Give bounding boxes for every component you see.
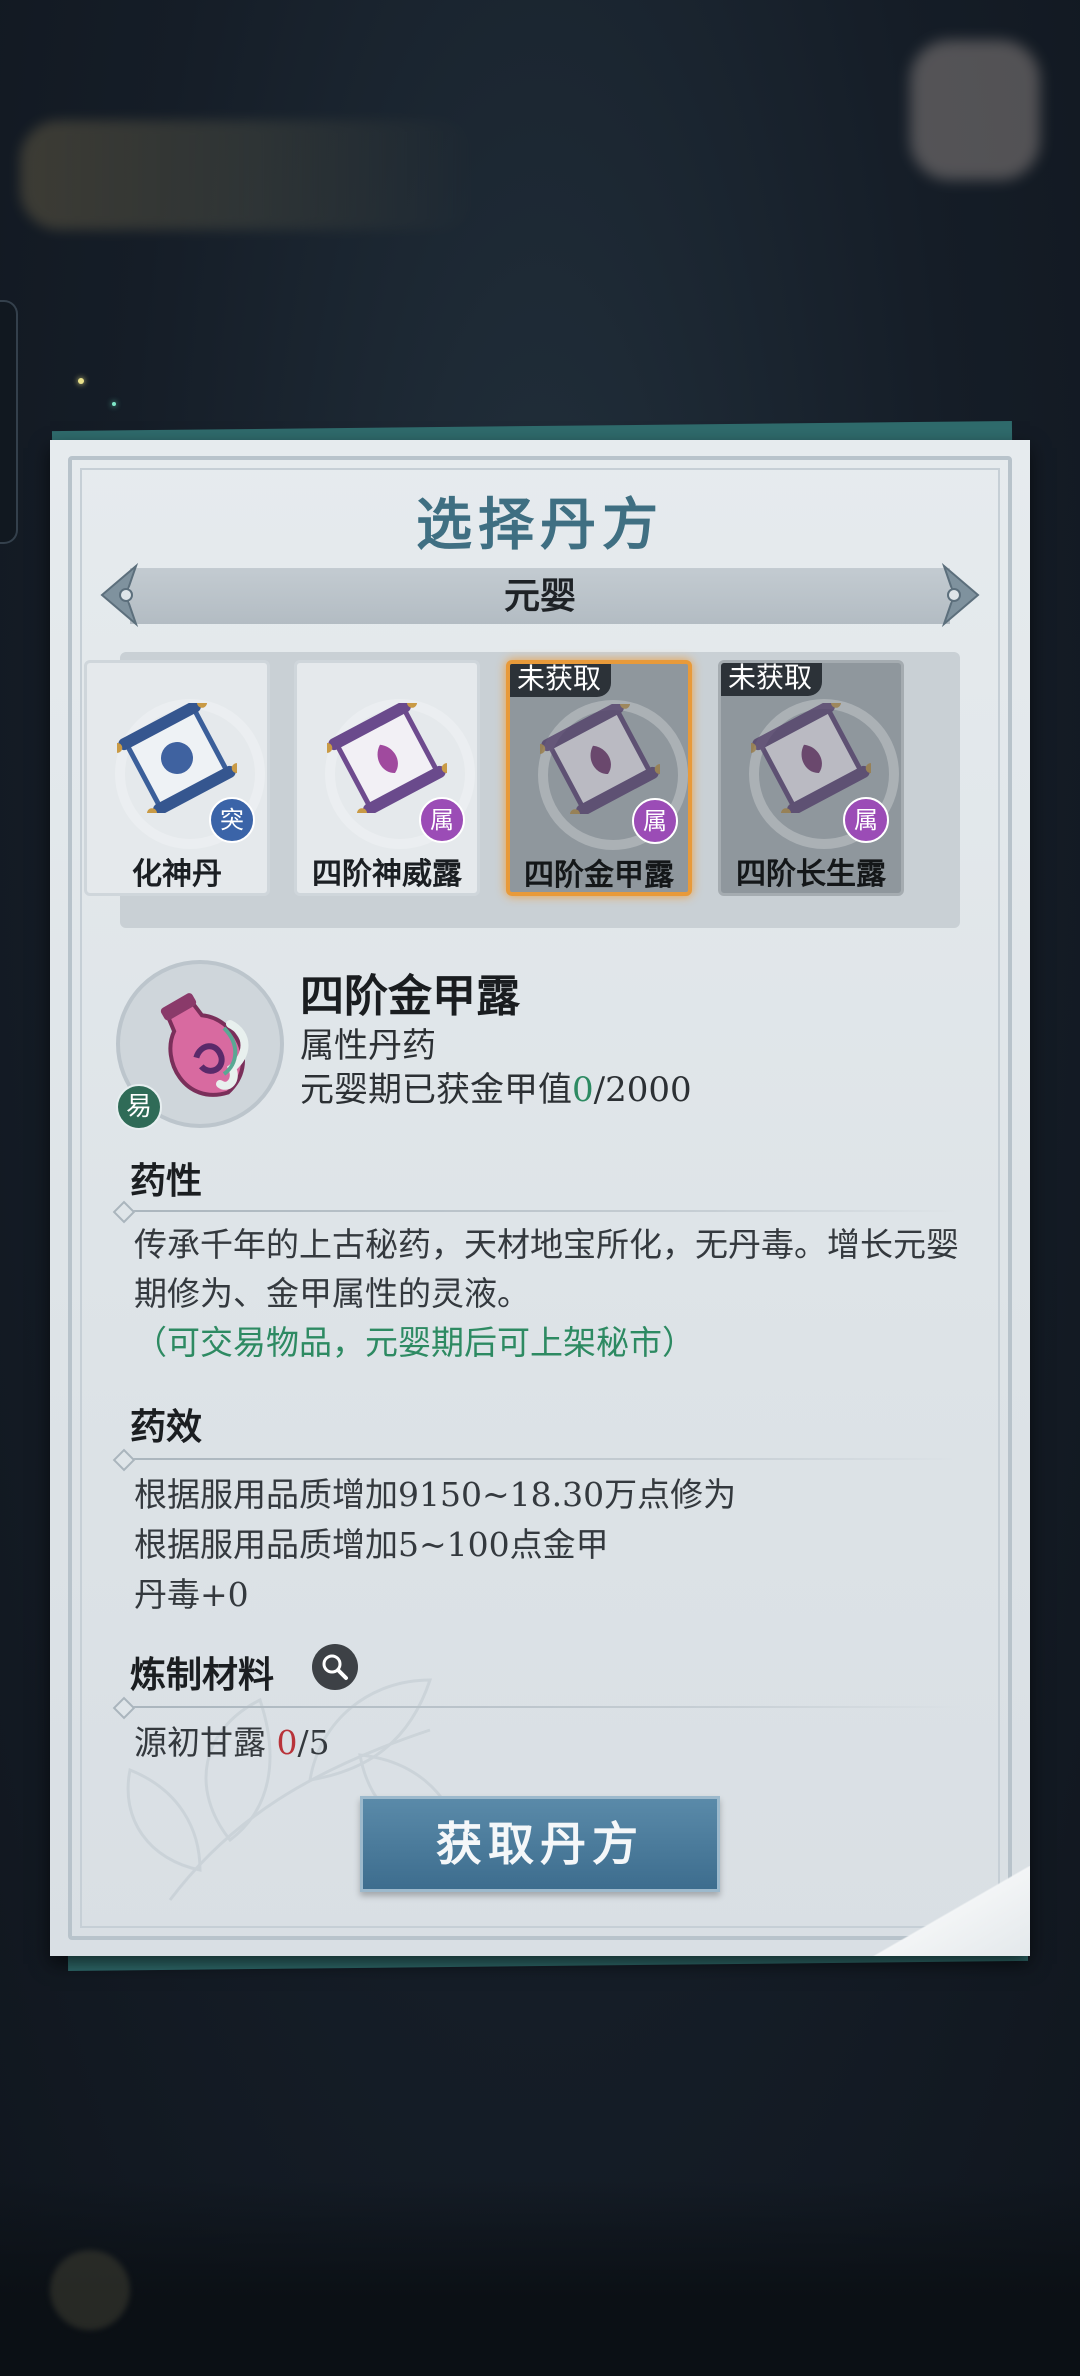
search-icon bbox=[322, 1654, 348, 1680]
sparkle bbox=[78, 378, 84, 384]
recipe-card-huashendan[interactable]: 突 化神丹 bbox=[84, 660, 270, 896]
materials-heading: 炼制材料 bbox=[130, 1654, 275, 1696]
locked-tag: 未获取 bbox=[721, 663, 823, 696]
category-badge: 属 bbox=[632, 798, 678, 844]
purple-scroll-icon bbox=[327, 703, 447, 813]
purple-scroll-icon bbox=[540, 704, 660, 814]
properties-text: 传承千年的上古秘药，天材地宝所化，无丹毒。增长元婴期修为、金甲属性的灵液。 bbox=[134, 1225, 959, 1313]
blue-scroll-icon bbox=[117, 703, 237, 813]
material-search-button[interactable] bbox=[312, 1644, 358, 1690]
properties-note: （可交易物品，元婴期后可上架秘市） bbox=[134, 1323, 695, 1362]
corner-curl bbox=[870, 1866, 1030, 1956]
locked-tag: 未获取 bbox=[510, 664, 612, 697]
item-type: 属性丹药 bbox=[300, 1026, 436, 1066]
effect-line: 根据服用品质增加5~100点金甲 bbox=[134, 1525, 609, 1564]
recipe-name: 四阶神威露 bbox=[312, 857, 462, 892]
effect-line: 丹毒+0 bbox=[134, 1575, 249, 1614]
next-stage-button[interactable] bbox=[934, 562, 984, 628]
category-badge: 属 bbox=[419, 797, 465, 843]
prev-stage-button[interactable] bbox=[96, 562, 146, 628]
obtain-recipe-button[interactable]: 获取丹方 bbox=[360, 1796, 720, 1892]
effect-line: 根据服用品质增加9150~18.30万点修为 bbox=[134, 1475, 737, 1514]
recipe-strip: 突 化神丹 属 四阶神威露 属 四阶金甲露 未获取 属 四阶长生露 未获取 bbox=[84, 652, 960, 928]
item-name: 四阶金甲露 bbox=[300, 971, 520, 1022]
progress-current: 0 bbox=[572, 1070, 594, 1110]
properties-heading: 药性 bbox=[130, 1160, 203, 1202]
bottom-shade bbox=[0, 2180, 1080, 2376]
item-progress: 元婴期已获金甲值0/2000 bbox=[300, 1062, 692, 1111]
stage-bar: 元婴 bbox=[130, 568, 950, 624]
chevron-left-icon bbox=[100, 562, 139, 628]
sparkle bbox=[112, 402, 116, 406]
background-blur-title bbox=[20, 120, 480, 230]
background-blur-avatar bbox=[910, 40, 1040, 180]
material-row: 源初甘露 0/5 bbox=[134, 1718, 964, 1767]
recipe-card-changshenglu[interactable]: 属 四阶长生露 未获取 bbox=[718, 660, 904, 896]
recipe-name: 四阶金甲露 bbox=[524, 858, 674, 893]
material-have: 0 bbox=[276, 1723, 298, 1762]
side-tab[interactable] bbox=[0, 300, 18, 544]
section-divider bbox=[122, 1210, 962, 1212]
section-divider bbox=[122, 1706, 962, 1708]
progress-total: /2000 bbox=[593, 1070, 692, 1110]
category-badge: 突 bbox=[209, 797, 255, 843]
section-divider bbox=[122, 1458, 962, 1460]
recipe-card-jinjialu[interactable]: 属 四阶金甲露 未获取 bbox=[506, 660, 692, 896]
tradeable-badge: 易 bbox=[116, 1084, 162, 1130]
dialog-title: 选择丹方 bbox=[416, 492, 664, 558]
effects-heading: 药效 bbox=[130, 1406, 203, 1448]
progress-label: 元婴期已获金甲值 bbox=[300, 1070, 572, 1110]
recipe-name: 四阶长生露 bbox=[736, 857, 886, 892]
material-name: 源初甘露 bbox=[134, 1723, 266, 1762]
chevron-right-icon bbox=[941, 562, 980, 628]
recipe-card-shenweilu[interactable]: 属 四阶神威露 bbox=[294, 660, 480, 896]
recipe-dialog: 选择丹方 元婴 突 化神丹 属 四阶神威露 属 四阶金甲露 未获取 属 四阶长生… bbox=[50, 440, 1030, 1956]
bottom-menu-icon[interactable] bbox=[50, 2250, 130, 2330]
category-badge: 属 bbox=[843, 797, 889, 843]
material-need: /5 bbox=[297, 1723, 330, 1762]
recipe-name: 化神丹 bbox=[132, 857, 222, 892]
purple-scroll-icon bbox=[751, 703, 871, 813]
stage-label: 元婴 bbox=[503, 575, 576, 617]
